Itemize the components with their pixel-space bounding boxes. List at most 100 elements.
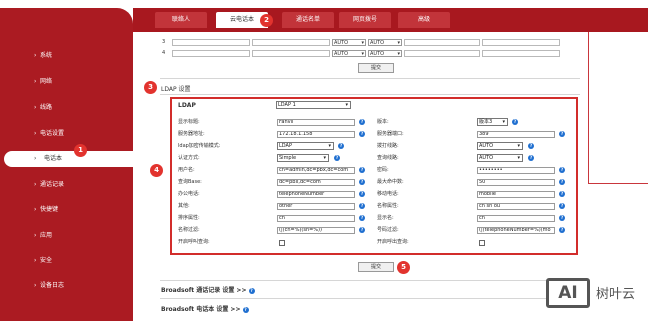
server-address-label: 服务器地址: [178, 131, 205, 137]
auth-method-select[interactable]: Simple ▾ [277, 154, 329, 162]
help-icon[interactable]: ? [359, 191, 365, 197]
help-icon[interactable]: ? [528, 143, 534, 149]
help-icon[interactable]: ? [559, 215, 565, 221]
sidebar-item-system[interactable]: › 系统 [0, 48, 133, 64]
help-icon[interactable]: ? [248, 287, 255, 294]
line-select[interactable]: AUTO ▾ [368, 50, 402, 57]
number-filter-input[interactable]: (|(telephoneNumber=%)(mo [477, 227, 555, 234]
help-icon[interactable]: ? [559, 131, 565, 137]
outgoing-lookup-checkbox[interactable] [479, 240, 485, 246]
display-title-label: 显示标题: [178, 119, 200, 125]
line-select[interactable]: AUTO ▾ [332, 39, 366, 46]
chevron-down-icon: ▾ [328, 143, 331, 149]
sidebar-item-security[interactable]: › 安全 [0, 253, 133, 269]
search-base-label: 查询Base: [178, 179, 202, 185]
table-cell-input[interactable] [172, 39, 250, 46]
line-select[interactable]: AUTO ▾ [332, 50, 366, 57]
chevron-down-icon: ▾ [345, 102, 348, 108]
table-cell-input[interactable] [172, 50, 250, 57]
help-icon[interactable]: ? [242, 306, 249, 313]
incoming-lookup-checkbox[interactable] [279, 240, 285, 246]
office-phone-label: 办公电话: [178, 191, 200, 197]
sidebar-item-phonebook[interactable]: › 电话本 [4, 151, 135, 167]
select-value: Simple [279, 155, 297, 161]
sidebar-item-call-log[interactable]: › 通话记录 [0, 177, 133, 193]
office-phone-input[interactable]: telephoneNumber [277, 191, 355, 198]
chevron-right-icon: › [34, 232, 37, 239]
help-icon[interactable]: ? [512, 119, 518, 125]
encryption-mode-label: ldap加密传输模式: [178, 143, 221, 149]
sidebar-item-application[interactable]: › 应用 [0, 228, 133, 244]
tab-call-list[interactable]: 通话名单 [282, 12, 334, 28]
name-attr-input[interactable]: cn sn ou [477, 203, 555, 210]
sidebar-item-device-log[interactable]: › 设备日志 [0, 278, 133, 294]
display-name-input[interactable]: cn [477, 215, 555, 222]
sidebar-item-label: 通话记录 [40, 181, 65, 188]
help-icon[interactable]: ? [359, 215, 365, 221]
step-marker-2: 2 [260, 14, 273, 27]
help-icon[interactable]: ? [359, 203, 365, 209]
help-icon[interactable]: ? [559, 227, 565, 233]
help-icon[interactable]: ? [334, 155, 340, 161]
table-cell-input[interactable] [404, 50, 480, 57]
table-cell-input[interactable] [252, 50, 330, 57]
select-value: 版本3 [479, 119, 493, 125]
select-value: AUTO [479, 155, 494, 161]
line-select[interactable]: AUTO ▾ [368, 39, 402, 46]
help-icon[interactable]: ? [559, 179, 565, 185]
server-port-input[interactable]: 389 [477, 131, 555, 138]
help-icon[interactable]: ? [359, 179, 365, 185]
name-filter-input[interactable]: (|(cn=%)(sn=%)) [277, 227, 355, 234]
help-icon[interactable]: ? [338, 143, 344, 149]
encryption-mode-select[interactable]: LDAP ▾ [277, 142, 334, 150]
server-address-input[interactable]: 172.18.1.158 [277, 131, 355, 138]
password-label: 密码: [377, 167, 389, 173]
select-value: AUTO [370, 51, 385, 57]
sidebar-item-function-keys[interactable]: › 快捷键 [0, 202, 133, 218]
help-icon[interactable]: ? [359, 167, 365, 173]
dial-line-select[interactable]: AUTO ▾ [477, 142, 523, 150]
table-cell-input[interactable] [482, 50, 560, 57]
tab-web-dial[interactable]: 网页拨号 [339, 12, 391, 28]
ldap-submit-button[interactable]: 提交 [358, 262, 394, 272]
help-icon[interactable]: ? [559, 203, 565, 209]
ldap-profile-select[interactable]: LDAP 1 ▾ [276, 101, 351, 109]
search-line-select[interactable]: AUTO ▾ [477, 154, 523, 162]
max-hits-input[interactable]: 50 [477, 179, 555, 186]
sidebar-item-line[interactable]: › 线路 [0, 100, 133, 116]
table-cell-input[interactable] [404, 39, 480, 46]
chevron-down-icon: ▾ [502, 119, 505, 125]
divider [160, 94, 580, 95]
help-icon[interactable]: ? [528, 155, 534, 161]
select-value: LDAP 1 [278, 102, 296, 108]
chevron-right-icon: › [34, 155, 37, 162]
table-cell-input[interactable] [482, 39, 560, 46]
username-input[interactable]: cn=admin,dc=pbx,dc=com [277, 167, 355, 174]
sidebar-item-network[interactable]: › 网络 [0, 74, 133, 90]
tab-contacts[interactable]: 联络人 [155, 12, 207, 28]
search-base-input[interactable]: dc=pbx,dc=com [277, 179, 355, 186]
sidebar-item-phone-settings[interactable]: › 电话设置 [0, 126, 133, 142]
other-input[interactable]: other [277, 203, 355, 210]
sidebar-item-label: 电话设置 [40, 130, 65, 137]
select-value: AUTO [479, 143, 494, 149]
display-title-input[interactable]: Fanvil [277, 119, 355, 126]
version-select[interactable]: 版本3 ▾ [477, 118, 508, 126]
broadsoft-call-log-link[interactable]: Broadsoft 通话记录 设置 >> ? [161, 285, 255, 294]
broadsoft-phonebook-link[interactable]: Broadsoft 电话本 设置 >> ? [161, 304, 249, 313]
mobile-phone-input[interactable]: mobile [477, 191, 555, 198]
top-table-submit-button[interactable]: 提交 [358, 63, 394, 73]
help-icon[interactable]: ? [559, 191, 565, 197]
help-icon[interactable]: ? [359, 227, 365, 233]
password-input[interactable]: •••••••• [477, 167, 555, 174]
select-value: LDAP [279, 143, 292, 149]
broadsoft-call-log-text: Broadsoft 通话记录 设置 >> [161, 287, 247, 294]
chevron-right-icon: › [34, 181, 37, 188]
help-icon[interactable]: ? [559, 167, 565, 173]
help-icon[interactable]: ? [359, 131, 365, 137]
table-cell-input[interactable] [252, 39, 330, 46]
tab-advanced[interactable]: 高级 [398, 12, 450, 28]
username-label: 用户名: [178, 167, 195, 173]
sort-attr-input[interactable]: cn [277, 215, 355, 222]
help-icon[interactable]: ? [359, 119, 365, 125]
